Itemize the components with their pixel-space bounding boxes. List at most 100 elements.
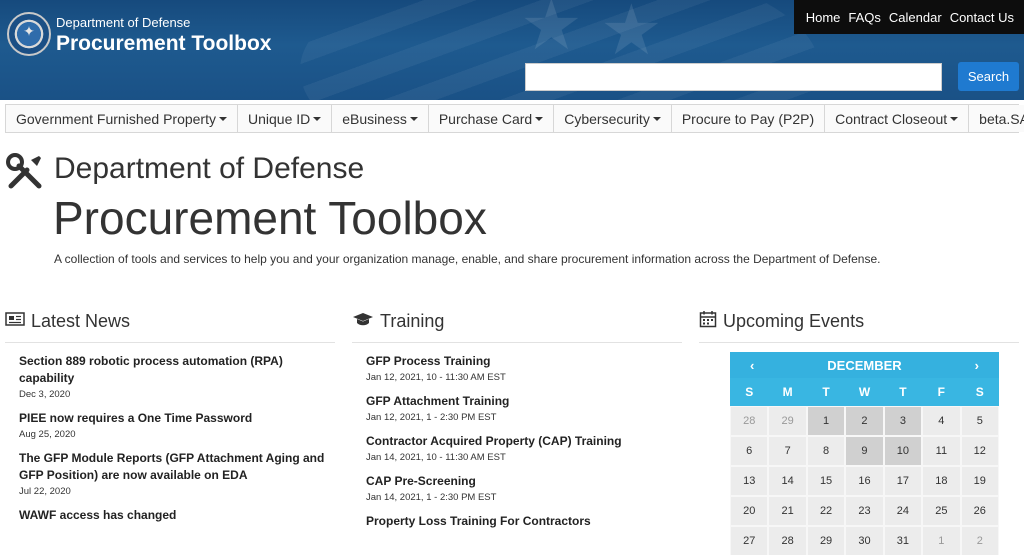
news-title[interactable]: PIEE now requires a One Time Password: [19, 410, 335, 427]
calendar-weekday: M: [782, 385, 793, 399]
calendar-day[interactable]: 31: [883, 526, 923, 555]
screwdriver-tip: [31, 156, 41, 166]
menu-unique-id[interactable]: Unique ID: [237, 105, 333, 132]
calendar-day[interactable]: 4: [922, 406, 961, 436]
calendar-icon: [699, 310, 717, 333]
training-item[interactable]: GFP Process Training Jan 12, 2021, 10 - …: [352, 353, 682, 383]
calendar-day[interactable]: 23: [845, 496, 884, 526]
calendar-weekday: F: [937, 385, 946, 399]
menu-cybersecurity[interactable]: Cybersecurity: [554, 105, 672, 132]
training-item[interactable]: Property Loss Training For Contractors: [352, 513, 682, 530]
calendar-day[interactable]: 19: [960, 466, 999, 496]
calendar-day[interactable]: 15: [806, 466, 846, 496]
calendar-day[interactable]: 14: [768, 466, 807, 496]
calendar-weekdays: SMTWTFS: [730, 378, 999, 406]
news-title[interactable]: WAWF access has changed: [19, 507, 335, 524]
caret-down-icon: [535, 116, 544, 121]
training-title[interactable]: Contractor Acquired Property (CAP) Train…: [366, 433, 682, 450]
training-item[interactable]: CAP Pre-Screening Jan 14, 2021, 1 - 2:30…: [352, 473, 682, 503]
calendar-day[interactable]: 11: [922, 436, 961, 466]
training-date: Jan 12, 2021, 1 - 2:30 PM EST: [366, 412, 497, 423]
menu-gfp[interactable]: Government Furnished Property: [6, 105, 238, 132]
calendar-day[interactable]: 25: [922, 496, 961, 526]
calendar-grid: 28 29 1 2 3 4 5 6 7 8 9 10 11 12 13 14 15 16 17 18 19 20 21 22 2…: [730, 406, 999, 555]
menu-purchase-card[interactable]: Purchase Card: [428, 105, 555, 132]
news-item[interactable]: PIEE now requires a One Time Password Au…: [5, 410, 335, 440]
calendar-day[interactable]: 8: [806, 436, 846, 466]
calendar-weekday: T: [899, 385, 907, 399]
graduation-cap-icon: [352, 311, 374, 332]
news-item[interactable]: Section 889 robotic process automation (…: [5, 353, 335, 400]
news-title[interactable]: Section 889 robotic process automation (…: [19, 353, 335, 387]
calendar-day[interactable]: 21: [768, 496, 807, 526]
top-nav-contact[interactable]: Contact Us: [950, 10, 1014, 25]
calendar-day[interactable]: 22: [806, 496, 846, 526]
calendar-prev-button[interactable]: ‹: [750, 358, 754, 373]
calendar-day[interactable]: 18: [922, 466, 961, 496]
menu-label: Contract Closeout: [835, 110, 948, 127]
menu-label: beta.SAM: [979, 110, 1024, 127]
calendar-day[interactable]: 28: [730, 406, 769, 436]
events-column: Upcoming Events: [699, 308, 1019, 343]
calendar-next-button[interactable]: ›: [975, 358, 979, 373]
calendar-day[interactable]: 7: [768, 436, 807, 466]
caret-down-icon: [313, 116, 322, 121]
menu-beta-sam[interactable]: beta.SAM: [969, 105, 1024, 132]
wrench-head: [6, 153, 24, 171]
caret-down-icon: [652, 116, 661, 121]
brand-org-name[interactable]: Department of Defense: [56, 15, 190, 30]
calendar-day-with-event[interactable]: 9: [845, 436, 884, 466]
top-nav-home[interactable]: Home: [806, 10, 841, 25]
calendar-day-with-event[interactable]: 2: [845, 406, 884, 436]
calendar-day[interactable]: 20: [730, 496, 769, 526]
news-item[interactable]: The GFP Module Reports (GFP Attachment A…: [5, 450, 335, 497]
calendar-day-with-event[interactable]: 1: [806, 406, 846, 436]
star-decoration: ★: [520, 0, 583, 64]
training-title[interactable]: GFP Process Training: [366, 353, 682, 370]
training-date: Jan 14, 2021, 1 - 2:30 PM EST: [366, 492, 497, 503]
calendar-day[interactable]: 29: [768, 406, 807, 436]
calendar-day[interactable]: 12: [960, 436, 999, 466]
search-button[interactable]: Search: [958, 62, 1019, 91]
events-heading-text: Upcoming Events: [723, 310, 865, 331]
training-item[interactable]: Contractor Acquired Property (CAP) Train…: [352, 433, 682, 463]
news-item[interactable]: WAWF access has changed: [5, 507, 335, 524]
training-title[interactable]: Property Loss Training For Contractors: [366, 513, 682, 530]
top-nav-calendar[interactable]: Calendar: [889, 10, 942, 25]
training-title[interactable]: GFP Attachment Training: [366, 393, 682, 410]
calendar-day[interactable]: 30: [845, 526, 884, 555]
calendar-day[interactable]: 29: [806, 526, 846, 555]
calendar-day[interactable]: 28: [768, 526, 807, 555]
calendar-day[interactable]: 13: [730, 466, 769, 496]
news-title[interactable]: The GFP Module Reports (GFP Attachment A…: [19, 450, 335, 484]
menu-label: Government Furnished Property: [16, 110, 216, 127]
calendar-day[interactable]: 27: [730, 526, 769, 555]
calendar-day-with-event[interactable]: 3: [883, 406, 923, 436]
menu-p2p[interactable]: Procure to Pay (P2P): [671, 105, 826, 132]
calendar-month: DECEMBER: [827, 357, 902, 373]
training-column: Training GFP Process Training Jan 12, 20…: [352, 308, 682, 530]
brand-site-name[interactable]: Procurement Toolbox: [56, 32, 271, 56]
training-title[interactable]: CAP Pre-Screening: [366, 473, 682, 490]
calendar-day[interactable]: 17: [883, 466, 923, 496]
search-input[interactable]: [525, 63, 942, 91]
hero-title: Procurement Toolbox: [53, 192, 487, 244]
calendar-day[interactable]: 6: [730, 436, 769, 466]
news-column: Latest News Section 889 robotic process …: [5, 308, 335, 524]
menu-ebusiness[interactable]: eBusiness: [332, 105, 429, 132]
calendar-day[interactable]: 26: [960, 496, 999, 526]
top-nav-faqs[interactable]: FAQs: [848, 10, 881, 25]
calendar-day[interactable]: 2: [960, 526, 999, 555]
menu-contract-closeout[interactable]: Contract Closeout: [825, 105, 970, 132]
training-item[interactable]: GFP Attachment Training Jan 12, 2021, 1 …: [352, 393, 682, 423]
calendar-day[interactable]: 16: [845, 466, 884, 496]
star-decoration: ★: [600, 0, 663, 69]
calendar-day-with-event[interactable]: 10: [883, 436, 923, 466]
calendar-day[interactable]: 1: [922, 526, 961, 555]
calendar-day[interactable]: 5: [960, 406, 999, 436]
caret-down-icon: [409, 116, 418, 121]
calendar-day[interactable]: 24: [883, 496, 923, 526]
events-calendar: ‹ DECEMBER › SMTWTFS 28 29 1 2 3 4 5 6 7 8 9 10 11 12…: [730, 352, 999, 555]
training-heading: Training: [352, 308, 682, 343]
calendar-weekday: S: [975, 385, 984, 399]
